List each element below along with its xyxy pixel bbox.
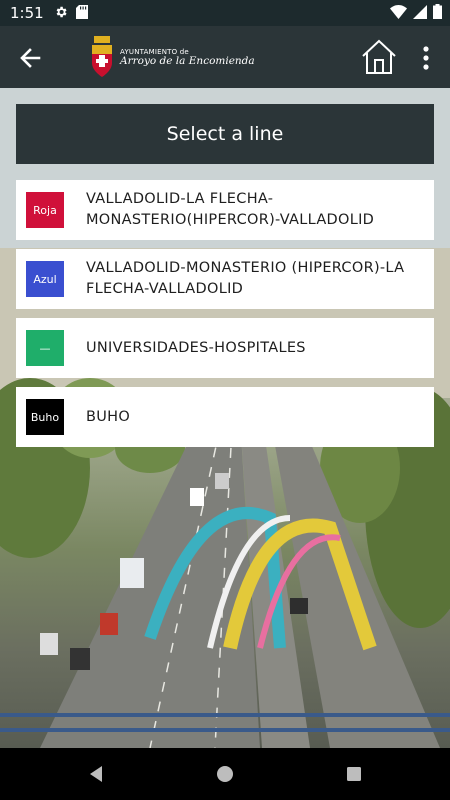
back-triangle-icon (90, 766, 102, 782)
more-vert-icon (423, 46, 429, 70)
home-icon (362, 39, 396, 74)
system-nav-bar (0, 748, 450, 800)
list-item-line-universidades[interactable]: — UNIVERSIDADES-HOSPITALES (16, 318, 434, 378)
coat-of-arms-icon (92, 36, 112, 77)
overflow-menu-button[interactable] (416, 44, 436, 72)
battery-icon (433, 4, 442, 23)
line-name: BUHO (86, 408, 131, 425)
list-item-line-roja[interactable]: Roja VALLADOLID-LA FLECHA-MONASTERIO(HIP… (16, 180, 434, 240)
app-bar: AYUNTAMIENTO de Arroyo de la Encomienda (0, 26, 450, 88)
status-time: 1:51 (10, 4, 44, 22)
gear-icon (54, 4, 68, 23)
line-list: Roja VALLADOLID-LA FLECHA-MONASTERIO(HIP… (16, 180, 434, 456)
arrow-back-icon (20, 48, 41, 68)
nav-home-button[interactable] (215, 764, 235, 784)
home-button[interactable] (360, 38, 398, 76)
line-name: UNIVERSIDADES-HOSPITALES (86, 339, 306, 356)
line-badge-green: — (26, 330, 64, 366)
logo-text-line2: Arroyo de la Encomienda (120, 55, 255, 68)
line-name: VALLADOLID-MONASTERIO (HIPERCOR)-LA FLEC… (86, 260, 405, 297)
sd-card-icon (75, 4, 88, 23)
nav-back-button[interactable] (86, 764, 106, 784)
municipality-logo: AYUNTAMIENTO de Arroyo de la Encomienda (90, 36, 255, 80)
list-item-line-buho[interactable]: Buho BUHO (16, 387, 434, 447)
line-badge-azul: Azul (26, 261, 64, 297)
recents-square-icon (347, 767, 361, 781)
line-badge-roja: Roja (26, 192, 64, 228)
home-circle-icon (217, 766, 233, 782)
signal-icon (413, 4, 427, 23)
select-line-header: Select a line (16, 104, 434, 164)
line-badge-buho: Buho (26, 399, 64, 435)
back-button[interactable] (14, 42, 46, 74)
line-name: VALLADOLID-LA FLECHA-MONASTERIO(HIPERCOR… (86, 191, 375, 228)
nav-recents-button[interactable] (344, 764, 364, 784)
wifi-icon (390, 4, 407, 23)
status-bar: 1:51 (0, 0, 450, 26)
list-item-line-azul[interactable]: Azul VALLADOLID-MONASTERIO (HIPERCOR)-LA… (16, 249, 434, 309)
